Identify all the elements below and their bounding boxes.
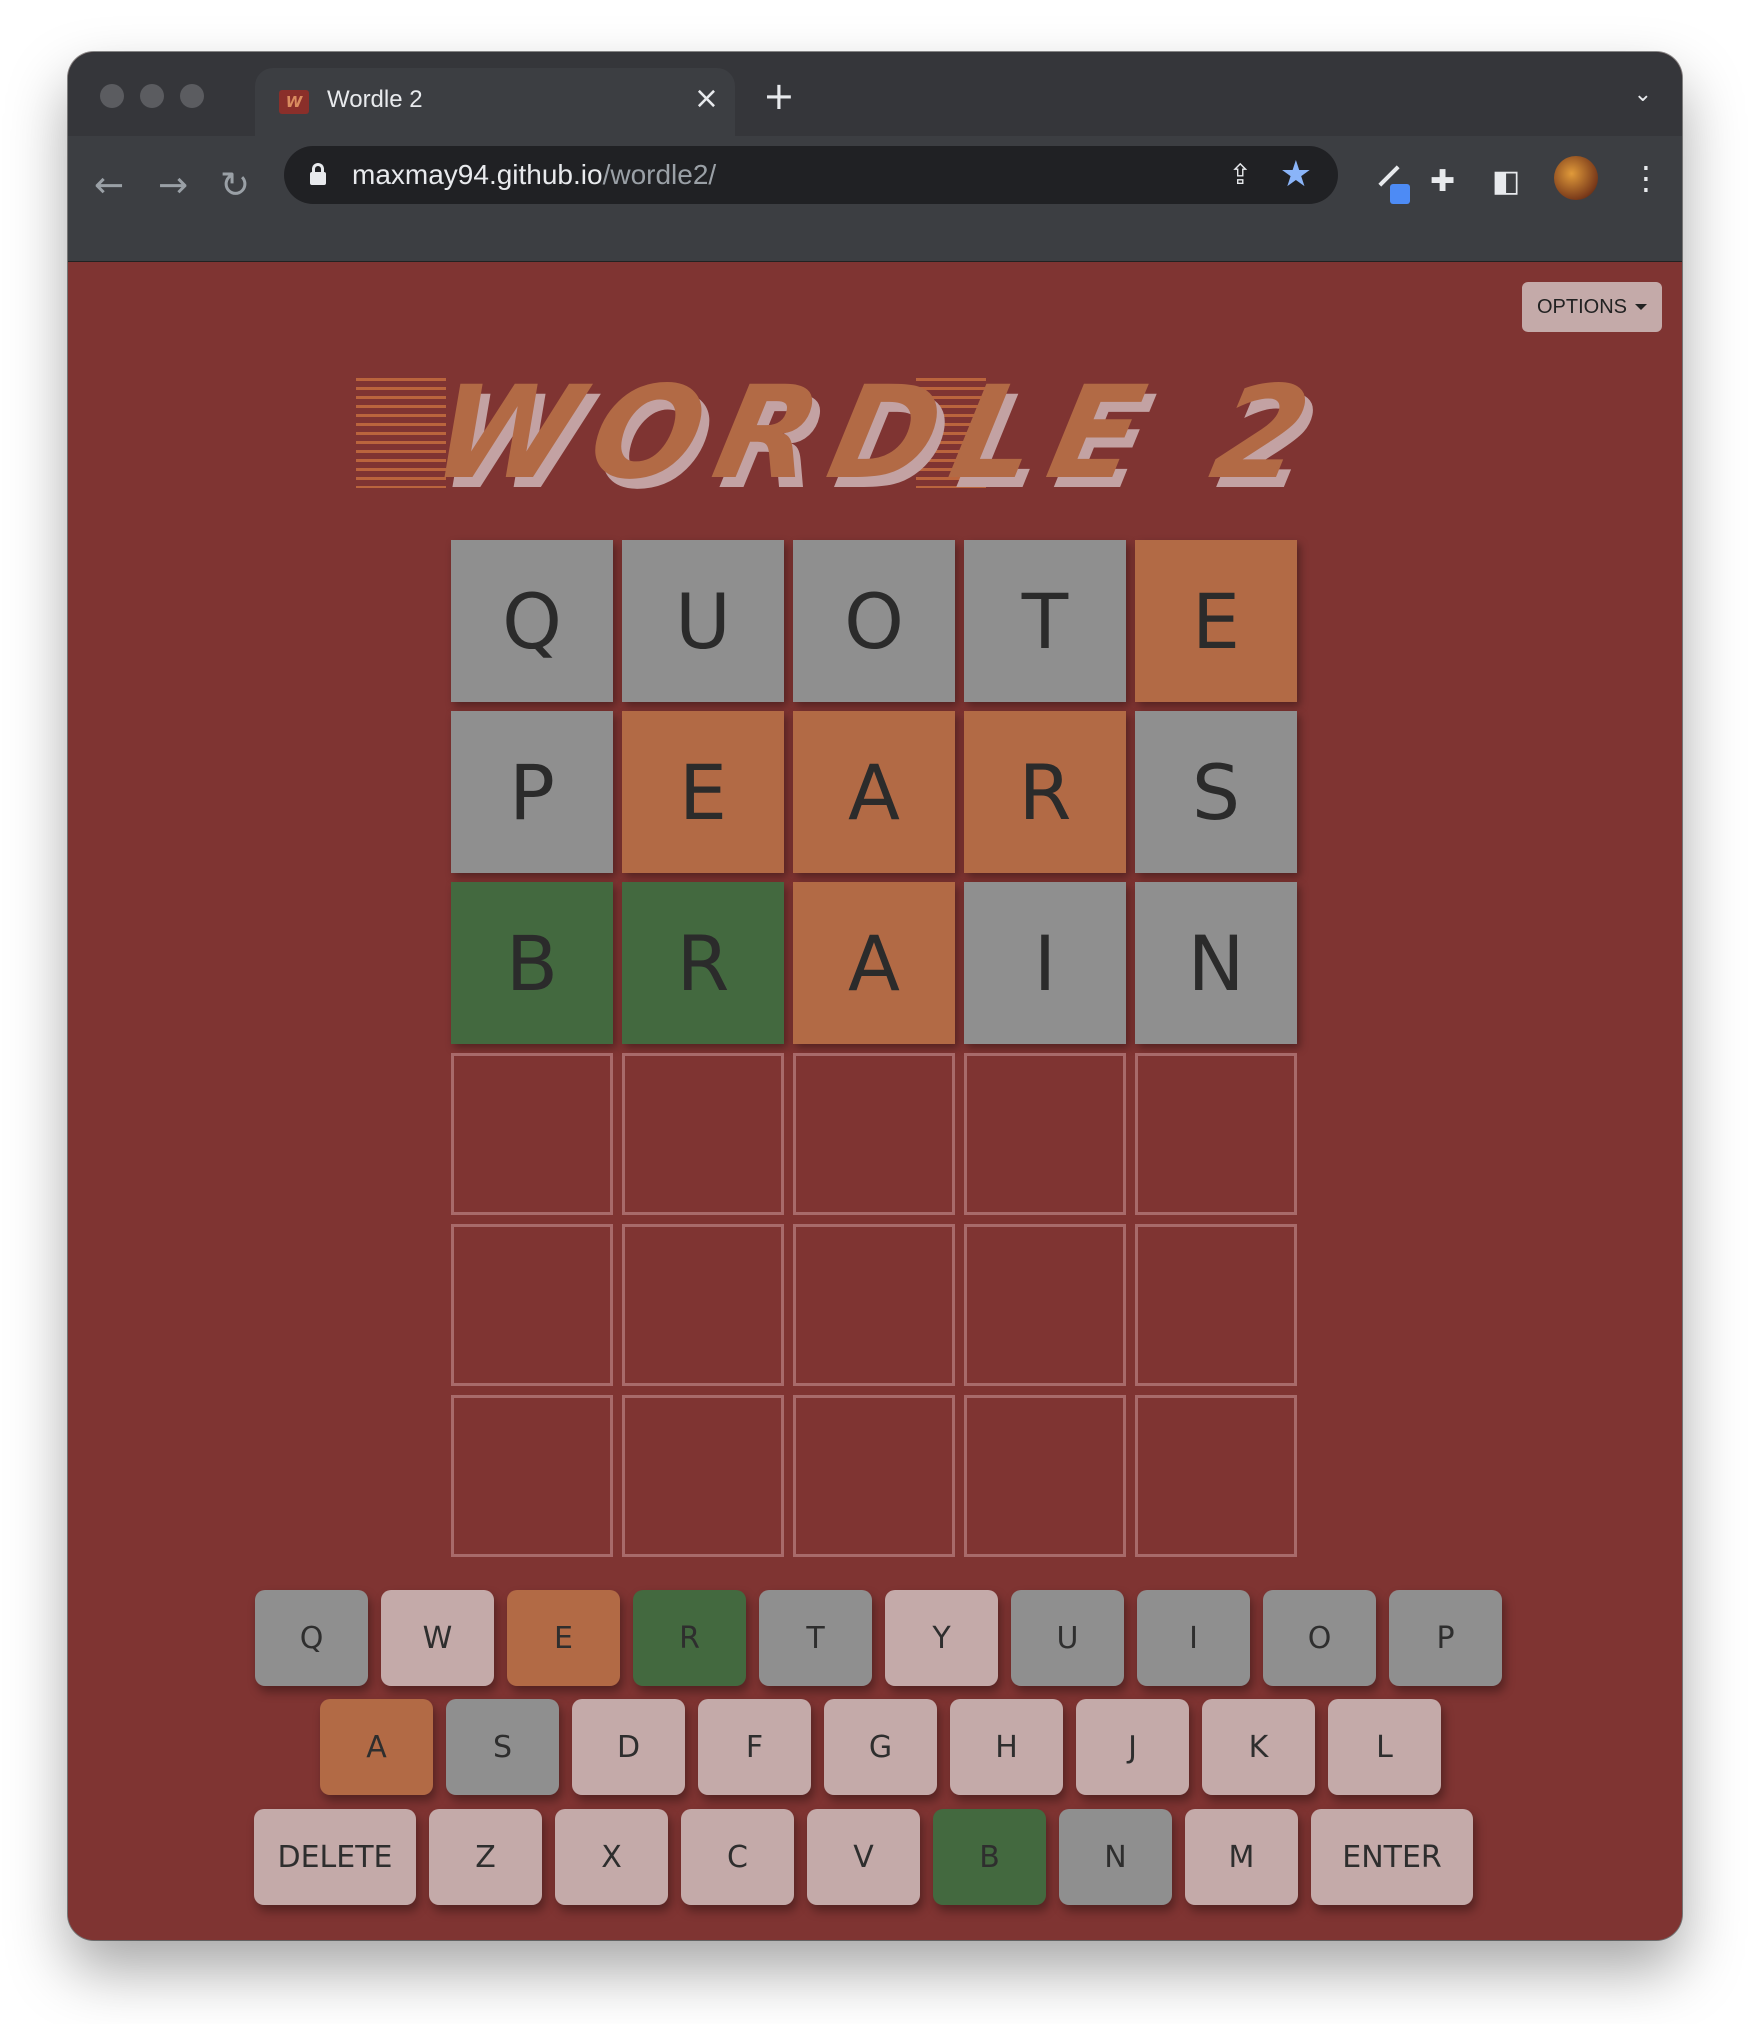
tile-r6-c4 xyxy=(964,1395,1126,1557)
key-t[interactable]: T xyxy=(759,1590,872,1686)
game-page: OPTIONS WORDLE 2 WORDLE 2 QUOTEPEARSBRAI… xyxy=(68,262,1682,1940)
tile-r2-c3: A xyxy=(793,711,955,873)
key-e[interactable]: E xyxy=(507,1590,620,1686)
tile-r2-c5: S xyxy=(1135,711,1297,873)
key-l[interactable]: L xyxy=(1328,1699,1441,1795)
key-c[interactable]: C xyxy=(681,1809,794,1905)
new-tab-icon[interactable]: + xyxy=(763,76,795,116)
pen-extension-icon[interactable] xyxy=(1368,158,1410,204)
key-f[interactable]: F xyxy=(698,1699,811,1795)
tile-r5-c3 xyxy=(793,1224,955,1386)
key-s[interactable]: S xyxy=(446,1699,559,1795)
tile-r6-c5 xyxy=(1135,1395,1297,1557)
maximize-window-button[interactable] xyxy=(180,84,204,108)
keyboard-row-1: QWERTYUIOP xyxy=(255,1590,1502,1686)
tile-r4-c2 xyxy=(622,1053,784,1215)
tile-r1-c2: U xyxy=(622,540,784,702)
game-board: QUOTEPEARSBRAIN xyxy=(451,540,1301,1557)
keyboard-row-2: ASDFGHJKL xyxy=(320,1699,1441,1795)
key-i[interactable]: I xyxy=(1137,1590,1250,1686)
key-r[interactable]: R xyxy=(633,1590,746,1686)
tile-r6-c3 xyxy=(793,1395,955,1557)
tile-r2-c4: R xyxy=(964,711,1126,873)
extensions-puzzle-icon[interactable]: ✚ xyxy=(1430,164,1455,199)
tab-wordle-2[interactable]: W Wordle 2 × xyxy=(255,68,735,138)
key-j[interactable]: J xyxy=(1076,1699,1189,1795)
key-o[interactable]: O xyxy=(1263,1590,1376,1686)
share-icon[interactable]: ⇪ xyxy=(1229,158,1252,191)
tile-r5-c1 xyxy=(451,1224,613,1386)
key-m[interactable]: M xyxy=(1185,1809,1298,1905)
key-a[interactable]: A xyxy=(320,1699,433,1795)
lock-icon xyxy=(310,163,326,185)
key-u[interactable]: U xyxy=(1011,1590,1124,1686)
tile-r4-c4 xyxy=(964,1053,1126,1215)
key-w[interactable]: W xyxy=(381,1590,494,1686)
tile-r1-c4: T xyxy=(964,540,1126,702)
tile-r2-c1: P xyxy=(451,711,613,873)
tile-r5-c4 xyxy=(964,1224,1126,1386)
browser-toolbar: ← → ↻ maxmay94.github.io/wordle2/ ⇪ ★ ✚ … xyxy=(68,136,1682,262)
address-bar[interactable]: maxmay94.github.io/wordle2/ ⇪ ★ xyxy=(284,146,1338,204)
tile-r4-c1 xyxy=(451,1053,613,1215)
tile-r3-c4: I xyxy=(964,882,1126,1044)
wordle-2-logo: WORDLE 2 WORDLE 2 xyxy=(356,359,1368,518)
bookmark-star-icon[interactable]: ★ xyxy=(1280,154,1312,195)
key-b[interactable]: B xyxy=(933,1809,1046,1905)
tile-r3-c2: R xyxy=(622,882,784,1044)
tab-title: Wordle 2 xyxy=(327,86,423,113)
tile-r5-c5 xyxy=(1135,1224,1297,1386)
tile-r6-c1 xyxy=(451,1395,613,1557)
tile-r2-c2: E xyxy=(622,711,784,873)
browser-window: W Wordle 2 × + ⌄ ← → ↻ maxmay94.github.i… xyxy=(68,52,1682,1940)
minimize-window-button[interactable] xyxy=(140,84,164,108)
key-x[interactable]: X xyxy=(555,1809,668,1905)
key-v[interactable]: V xyxy=(807,1809,920,1905)
key-h[interactable]: H xyxy=(950,1699,1063,1795)
key-k[interactable]: K xyxy=(1202,1699,1315,1795)
tile-r3-c5: N xyxy=(1135,882,1297,1044)
key-p[interactable]: P xyxy=(1389,1590,1502,1686)
logo-text: WORDLE 2 xyxy=(420,359,1338,508)
key-enter[interactable]: ENTER xyxy=(1311,1809,1473,1905)
back-arrow-icon[interactable]: ← xyxy=(94,166,124,206)
key-delete[interactable]: DELETE xyxy=(254,1809,416,1905)
side-panel-icon[interactable]: ◧ xyxy=(1492,164,1520,199)
options-dropdown-button[interactable]: OPTIONS xyxy=(1522,282,1662,332)
tile-r1-c1: Q xyxy=(451,540,613,702)
key-g[interactable]: G xyxy=(824,1699,937,1795)
close-tab-icon[interactable]: × xyxy=(694,82,719,116)
tile-r5-c2 xyxy=(622,1224,784,1386)
close-window-button[interactable] xyxy=(100,84,124,108)
key-d[interactable]: D xyxy=(572,1699,685,1795)
keyboard-row-3: DELETE Z X C V B N M ENTER xyxy=(254,1809,1473,1905)
key-q[interactable]: Q xyxy=(255,1590,368,1686)
tile-r1-c3: O xyxy=(793,540,955,702)
more-menu-icon[interactable]: ⋮ xyxy=(1630,158,1662,198)
tile-r4-c5 xyxy=(1135,1053,1297,1215)
key-y[interactable]: Y xyxy=(885,1590,998,1686)
wordle-favicon-icon: W xyxy=(279,90,309,114)
tile-r4-c3 xyxy=(793,1053,955,1215)
profile-avatar[interactable] xyxy=(1554,156,1598,200)
tile-r3-c1: B xyxy=(451,882,613,1044)
url-text[interactable]: maxmay94.github.io/wordle2/ xyxy=(352,159,716,191)
tile-r6-c2 xyxy=(622,1395,784,1557)
key-z[interactable]: Z xyxy=(429,1809,542,1905)
tile-r3-c3: A xyxy=(793,882,955,1044)
caret-down-icon xyxy=(1635,304,1647,310)
options-label: OPTIONS xyxy=(1536,295,1627,318)
chevron-down-icon[interactable]: ⌄ xyxy=(1634,82,1652,107)
key-n[interactable]: N xyxy=(1059,1809,1172,1905)
reload-icon[interactable]: ↻ xyxy=(220,166,250,206)
tile-r1-c5: E xyxy=(1135,540,1297,702)
tab-strip: W Wordle 2 × + ⌄ xyxy=(68,52,1682,138)
forward-arrow-icon[interactable]: → xyxy=(158,166,188,206)
